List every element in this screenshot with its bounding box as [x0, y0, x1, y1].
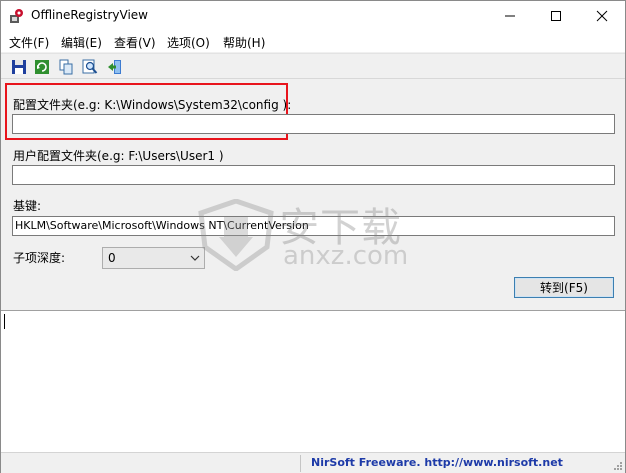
close-icon [596, 10, 608, 22]
refresh-icon [35, 60, 49, 74]
save-icon [12, 60, 26, 74]
nirsoft-link[interactable]: NirSoft Freeware. http://www.nirsoft.net [311, 456, 563, 469]
watermark: 安下载 anxz.com [197, 195, 425, 275]
config-folder-input[interactable] [12, 114, 615, 134]
resize-grip-icon[interactable] [611, 459, 623, 471]
menu-options[interactable]: 选项(O) [167, 34, 210, 51]
minimize-icon [505, 15, 515, 17]
goto-button[interactable]: 转到(F5) [514, 277, 614, 298]
exit-button[interactable] [105, 57, 125, 77]
base-key-label: 基键: [13, 199, 42, 213]
menu-bar: 文件(F) 编辑(E) 查看(V) 选项(O) 帮助(H) [1, 31, 625, 52]
copy-icon [59, 59, 73, 75]
refresh-button[interactable] [32, 57, 52, 77]
app-window: OfflineRegistryView 文件(F) 编辑(E) 查看(V) 选项… [0, 0, 626, 473]
text-caret [4, 314, 5, 329]
config-folder-label: 配置文件夹(e.g: K:\Windows\System32\config ): [13, 98, 292, 112]
depth-dropdown[interactable]: 0 [102, 247, 205, 269]
title-bar[interactable]: OfflineRegistryView [1, 1, 625, 31]
close-button[interactable] [579, 1, 625, 31]
options-form: 配置文件夹(e.g: K:\Windows\System32\config ):… [1, 80, 625, 310]
find-button[interactable] [80, 57, 100, 77]
depth-label: 子项深度: [13, 251, 66, 265]
minimize-button[interactable] [487, 1, 533, 31]
maximize-icon [551, 11, 561, 21]
menu-file[interactable]: 文件(F) [9, 34, 49, 51]
menu-help[interactable]: 帮助(H) [223, 34, 265, 51]
depth-value: 0 [108, 251, 116, 265]
save-button[interactable] [9, 57, 29, 77]
user-config-label: 用户配置文件夹(e.g: F:\Users\User1 ) [13, 149, 224, 163]
watermark-url: anxz.com [283, 241, 409, 271]
shield-icon [198, 199, 274, 271]
status-bar: NirSoft Freeware. http://www.nirsoft.net [1, 452, 625, 473]
result-pane[interactable] [1, 310, 625, 453]
menu-edit[interactable]: 编辑(E) [61, 34, 102, 51]
copy-button[interactable] [56, 57, 76, 77]
find-icon [82, 59, 98, 74]
exit-icon [108, 60, 121, 74]
app-icon [10, 9, 23, 23]
status-divider [300, 455, 301, 472]
menu-view[interactable]: 查看(V) [114, 34, 156, 51]
window-title: OfflineRegistryView [31, 8, 148, 22]
user-config-input[interactable] [12, 165, 615, 185]
toolbar [1, 53, 625, 79]
maximize-button[interactable] [533, 1, 579, 31]
